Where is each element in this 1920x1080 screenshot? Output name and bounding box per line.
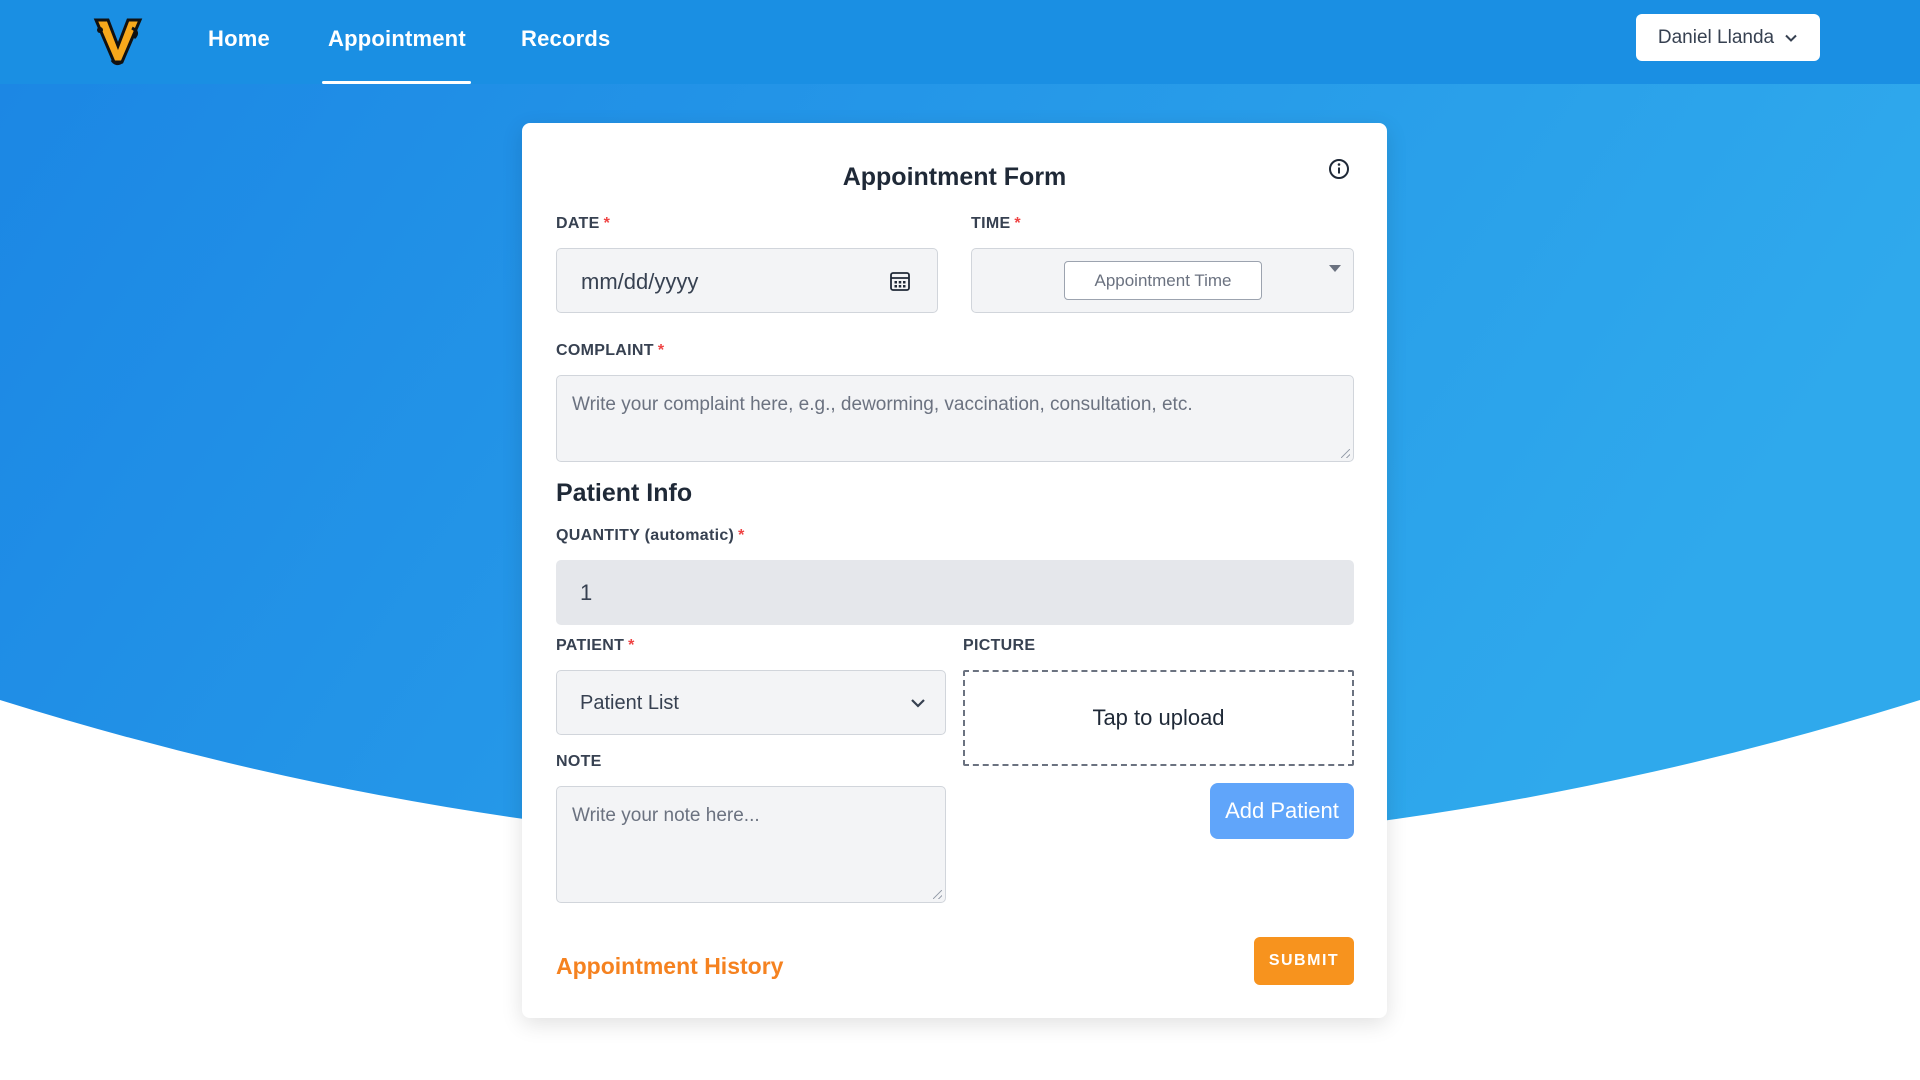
- resize-handle-icon[interactable]: [933, 890, 942, 899]
- add-patient-button[interactable]: Add Patient: [1210, 783, 1354, 839]
- nav-records[interactable]: Records: [521, 26, 610, 56]
- quantity-value: 1: [580, 580, 593, 605]
- appointment-form-card: Appointment Form DATE * mm/dd/yyyy TIME * …: [522, 123, 1387, 1018]
- note-placeholder: Write your note here...: [572, 805, 760, 826]
- quantity-label: QUANTITY (automatic) *: [556, 527, 745, 544]
- complaint-label: COMPLAINT *: [556, 342, 665, 359]
- complaint-textarea[interactable]: Write your complaint here, e.g., dewormi…: [556, 375, 1354, 462]
- caret-down-icon: [1329, 265, 1341, 272]
- appointment-history-link[interactable]: Appointment History: [556, 953, 783, 980]
- note-label: NOTE: [556, 753, 602, 770]
- active-tab-underline: [322, 81, 471, 84]
- date-placeholder: mm/dd/yyyy: [581, 269, 699, 294]
- info-icon[interactable]: [1328, 158, 1350, 180]
- picture-upload-area[interactable]: Tap to upload: [963, 670, 1354, 766]
- time-label: TIME *: [971, 215, 1021, 232]
- nav-home[interactable]: Home: [208, 26, 270, 56]
- top-navbar: Home Appointment Records Daniel Llanda: [0, 0, 1920, 84]
- time-select[interactable]: Appointment Time: [971, 248, 1354, 313]
- chevron-down-icon: [911, 699, 925, 708]
- picture-label: PICTURE: [963, 637, 1036, 654]
- time-input[interactable]: Appointment Time: [1064, 261, 1262, 300]
- quantity-field: 1: [556, 560, 1354, 625]
- complaint-placeholder: Write your complaint here, e.g., dewormi…: [572, 394, 1193, 415]
- date-input[interactable]: mm/dd/yyyy: [556, 248, 938, 313]
- note-textarea[interactable]: Write your note here...: [556, 786, 946, 903]
- user-name: Daniel Llanda: [1657, 26, 1775, 48]
- date-label: DATE *: [556, 215, 611, 232]
- patient-select[interactable]: Patient List: [556, 670, 946, 735]
- logo-icon[interactable]: [90, 12, 146, 68]
- calendar-icon[interactable]: [889, 270, 911, 292]
- chevron-down-icon: [1785, 34, 1797, 42]
- patient-info-title: Patient Info: [556, 479, 693, 507]
- resize-handle-icon[interactable]: [1341, 449, 1350, 458]
- submit-button[interactable]: SUBMIT: [1254, 937, 1354, 985]
- user-menu-button[interactable]: Daniel Llanda: [1636, 14, 1820, 61]
- form-title: Appointment Form: [842, 163, 1067, 191]
- nav-appointment[interactable]: Appointment: [328, 26, 466, 56]
- patient-label: PATIENT *: [556, 637, 635, 654]
- patient-select-value: Patient List: [580, 692, 679, 714]
